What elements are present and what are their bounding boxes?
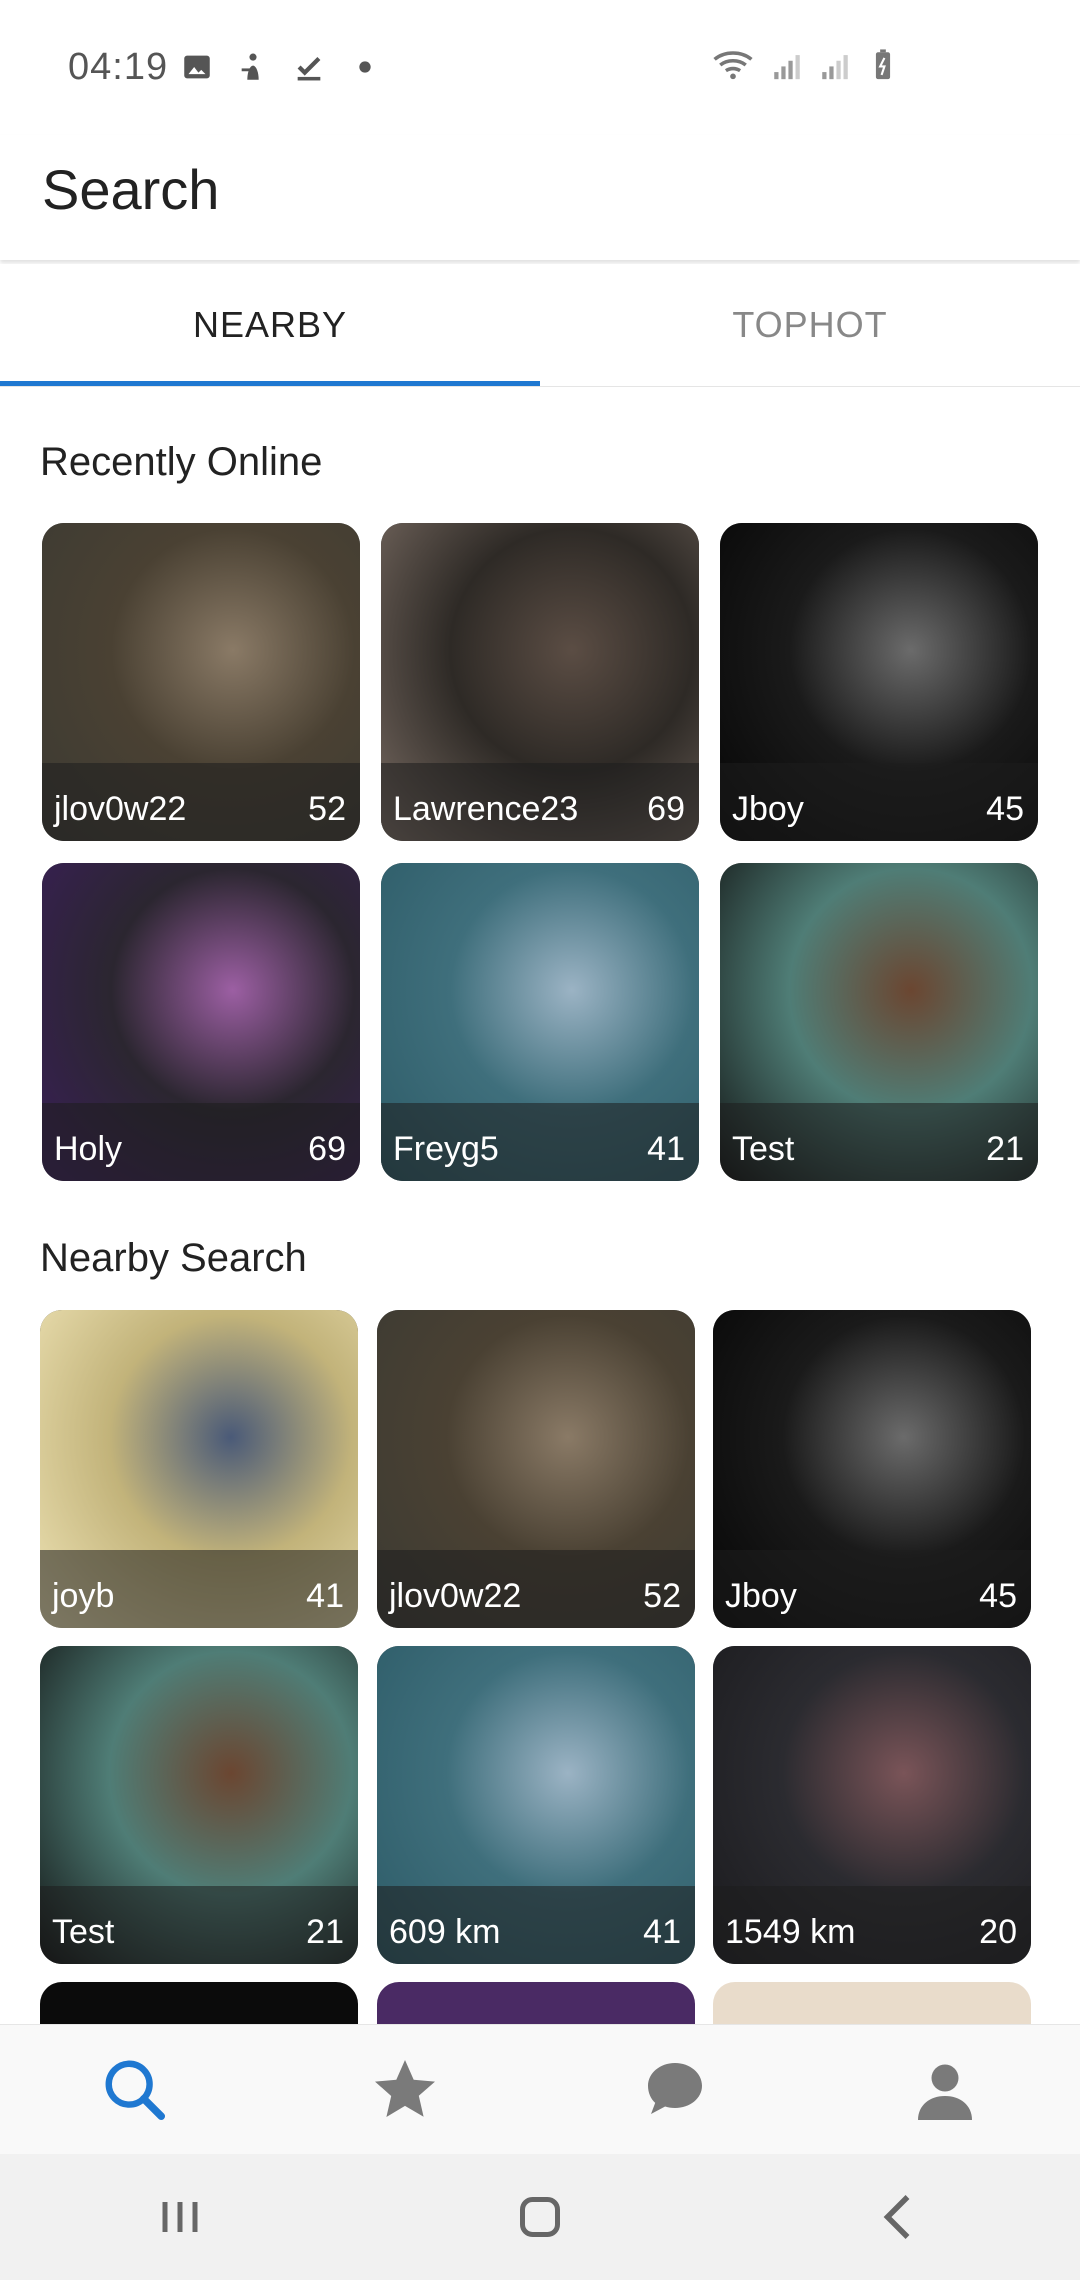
home-icon[interactable] (510, 2187, 570, 2247)
profile-name: joyb (52, 1577, 115, 1615)
profile-name: jlov0w22 (389, 1577, 522, 1615)
profile-card[interactable]: Jboy 45 (720, 523, 1038, 841)
profile-age: 52 (308, 790, 346, 828)
profile-card[interactable]: Test 21 (720, 863, 1038, 1181)
search-screen: 04:19 Search NEARBY TOPHOT Recently Onli… (0, 0, 1080, 2280)
profile-card[interactable]: 1549 km 20 (713, 1646, 1031, 1964)
star-icon (375, 2060, 435, 2117)
profile-card[interactable] (377, 1982, 695, 2024)
profile-age: 69 (647, 790, 685, 828)
system-navigation-bar (0, 2154, 1080, 2280)
profile-card[interactable]: Jboy 45 (713, 1310, 1031, 1628)
recently-online-grid: jlov0w22 52 Lawrence23 69 Jboy 45 Holy 69 Freyg5… (0, 523, 1080, 1183)
dot-icon (359, 61, 371, 73)
section-title-nearby-search: Nearby Search (40, 1236, 307, 1280)
profile-age: 21 (306, 1913, 344, 1951)
profile-card[interactable]: 609 km 41 (377, 1646, 695, 1964)
profile-icon (918, 2064, 972, 2120)
profile-name: Holy (54, 1130, 123, 1168)
profile-card[interactable]: Holy 69 (42, 863, 360, 1181)
search-icon (105, 2060, 166, 2121)
profile-age: 69 (308, 1130, 346, 1168)
profile-card[interactable]: Lawrence23 69 (381, 523, 699, 841)
profile-age: 41 (306, 1577, 344, 1615)
nav-profile[interactable] (810, 2025, 1080, 2155)
profile-name: 1549 km (725, 1913, 856, 1951)
wifi-icon (713, 51, 753, 80)
profile-age: 20 (979, 1913, 1017, 1951)
profile-name: Jboy (725, 1577, 797, 1615)
status-bar: 04:19 (0, 0, 1080, 135)
profile-card[interactable]: Freyg5 41 (381, 863, 699, 1181)
profile-name: Jboy (732, 790, 804, 828)
nav-favorites[interactable] (270, 2025, 540, 2155)
profile-name: Lawrence23 (393, 790, 579, 828)
profile-age: 52 (643, 1577, 681, 1615)
tab-bar: NEARBY TOPHOT (0, 264, 1080, 387)
profile-card[interactable] (713, 1982, 1031, 2024)
profile-card[interactable]: Test 21 (40, 1646, 358, 1964)
profile-age: 45 (986, 790, 1024, 828)
page-title: Search (42, 158, 220, 221)
chat-icon (648, 2063, 702, 2114)
tab-tophot[interactable]: TOPHOT (540, 264, 1080, 386)
profile-name: Test (52, 1913, 115, 1951)
profile-name: 609 km (389, 1913, 501, 1951)
profile-age: 21 (986, 1130, 1024, 1168)
tab-nearby[interactable]: NEARBY (0, 264, 540, 386)
signal-icon (774, 55, 800, 80)
recent-apps-icon[interactable] (150, 2187, 210, 2247)
status-time: 04:19 (68, 46, 169, 88)
check-icon (297, 56, 321, 81)
profile-age: 45 (979, 1577, 1017, 1615)
bottom-navigation (0, 2024, 1080, 2155)
profile-name: Freyg5 (393, 1130, 499, 1168)
profile-card[interactable]: jlov0w22 52 (42, 523, 360, 841)
nearby-search-grid: joyb 41 jlov0w22 52 Jboy 45 Test 21 609 km 41 1549… (0, 1310, 1080, 2024)
signal-roaming-icon (822, 55, 848, 80)
nav-search[interactable] (0, 2025, 270, 2155)
battery-icon (875, 49, 891, 80)
profile-age: 41 (643, 1913, 681, 1951)
back-icon[interactable] (870, 2187, 930, 2247)
app-bar: Search (0, 135, 1080, 260)
profile-name: jlov0w22 (54, 790, 187, 828)
profile-card[interactable]: joyb 41 (40, 1310, 358, 1628)
profile-card[interactable] (40, 1982, 358, 2024)
nav-messages[interactable] (540, 2025, 810, 2155)
profile-age: 41 (647, 1130, 685, 1168)
profile-name: Test (732, 1130, 795, 1168)
section-title-recently-online: Recently Online (40, 440, 323, 484)
accessibility-icon (241, 53, 259, 80)
profile-card[interactable]: jlov0w22 52 (377, 1310, 695, 1628)
image-icon (184, 55, 210, 79)
